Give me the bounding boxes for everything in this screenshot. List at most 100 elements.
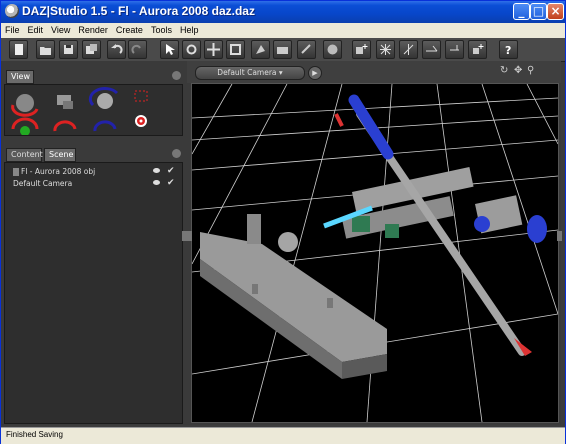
spotlight-icon (380, 44, 391, 55)
view-tools-panel (4, 84, 183, 136)
help-button[interactable]: ? (499, 40, 518, 59)
scene-item[interactable]: Fl - Aurora 2008 obj (13, 166, 95, 178)
distant-light-button[interactable] (422, 40, 441, 59)
visibility-eye-icon[interactable] (153, 180, 160, 185)
orbit-icon (11, 94, 39, 117)
3d-viewport[interactable] (191, 83, 559, 423)
redo-button[interactable] (128, 40, 147, 59)
spotlight-button[interactable] (376, 40, 395, 59)
viewport-toolbar: Default Camera ▾ ▶ ↻ ✥ ⚲ (187, 61, 561, 83)
bank-icon (93, 120, 117, 132)
rotate-tool-button[interactable] (182, 40, 201, 59)
frame-icon (134, 90, 148, 102)
sphere-button[interactable] (323, 40, 342, 59)
help-icon: ? (505, 44, 511, 56)
undo-icon (111, 44, 123, 54)
menu-create[interactable]: Create (112, 23, 147, 38)
scene-render (191, 83, 559, 423)
pointlight-button[interactable] (399, 40, 418, 59)
tab-scene[interactable]: Scene (44, 148, 76, 162)
menu-edit[interactable]: Edit (24, 23, 48, 38)
merge-button[interactable] (82, 40, 101, 59)
menu-bar: File Edit View Render Create Tools Help (1, 23, 565, 38)
new-button[interactable] (9, 40, 28, 59)
add-light-button[interactable] (352, 40, 371, 59)
translate-icon (207, 43, 220, 56)
scene-item-label: Default Camera (13, 179, 73, 188)
merge-icon (86, 44, 97, 54)
scale-icon (230, 44, 241, 55)
panel-scroll-arrow[interactable] (172, 71, 181, 80)
chevron-down-icon: ▾ (278, 68, 283, 77)
machine-base (200, 214, 387, 379)
figure-icon (13, 168, 19, 176)
viewport-right-grip[interactable] (557, 231, 562, 241)
scale-tool-button[interactable] (226, 40, 245, 59)
light-star-button[interactable] (468, 40, 487, 59)
new-icon (15, 44, 23, 55)
app-window: DAZ|Studio 1.5 - Fl - Aurora 2008 daz.da… (0, 0, 566, 444)
light-plus-button[interactable] (445, 40, 464, 59)
translate-tool-button[interactable] (204, 40, 223, 59)
pan-view-icon[interactable]: ✥ (514, 65, 522, 76)
pose-tool-button[interactable] (251, 40, 270, 59)
light-star-icon (473, 44, 484, 54)
orbit-view-icon[interactable]: ↻ (500, 65, 508, 76)
select-tool-button[interactable] (160, 40, 179, 59)
dolly-icon (88, 87, 119, 109)
scene-tool-button[interactable] (297, 40, 316, 59)
camera-select-value: Default Camera (217, 68, 277, 77)
viewport-menu-button[interactable]: ▶ (308, 66, 322, 80)
svg-text:?: ? (505, 44, 511, 56)
roll-icon (11, 117, 39, 136)
menu-tools[interactable]: Tools (147, 23, 176, 38)
open-icon (40, 47, 51, 55)
tab-view[interactable]: View (6, 70, 34, 84)
left-panel: View Content Scene Fl - Aurora 2008 obj … (1, 61, 187, 425)
sphere-icon (327, 44, 338, 55)
scene-panel: Fl - Aurora 2008 obj Default Camera ✔ ✔ (4, 162, 183, 424)
pointer-icon (301, 44, 311, 54)
selectable-check-icon[interactable]: ✔ (167, 166, 175, 176)
visibility-eye-icon[interactable] (153, 168, 160, 173)
scene-item[interactable]: Default Camera (13, 178, 72, 190)
redo-icon (131, 44, 141, 54)
light-plus-icon (450, 45, 459, 51)
camera-select[interactable]: Default Camera ▾ (195, 66, 305, 80)
window-title: DAZ|Studio 1.5 - Fl - Aurora 2008 daz.da… (22, 4, 255, 18)
pan-icon (57, 95, 73, 109)
minimize-button[interactable]: _ (513, 3, 530, 20)
pointlight-icon (403, 44, 414, 55)
zoom-view-icon[interactable]: ⚲ (527, 65, 534, 76)
viewport-area: Default Camera ▾ ▶ ↻ ✥ ⚲ (187, 61, 562, 425)
open-button[interactable] (36, 40, 55, 59)
camera-icon (277, 47, 288, 54)
menu-render[interactable]: Render (74, 23, 112, 38)
menu-file[interactable]: File (1, 23, 24, 38)
camera-tool-button[interactable] (273, 40, 292, 59)
menu-help[interactable]: Help (176, 23, 203, 38)
title-bar: DAZ|Studio 1.5 - Fl - Aurora 2008 daz.da… (1, 1, 565, 23)
light-add-icon (356, 44, 368, 54)
target-icon (135, 115, 147, 127)
zoom-icon (53, 120, 77, 132)
view-tool-icons (11, 87, 148, 136)
save-button[interactable] (59, 40, 78, 59)
undo-button[interactable] (107, 40, 126, 59)
save-icon (64, 45, 73, 54)
distant-light-icon (426, 45, 438, 52)
status-bar: Finished Saving (1, 427, 565, 444)
close-button[interactable]: × (547, 3, 564, 20)
maximize-button[interactable]: □ (530, 3, 547, 20)
pose-icon (256, 45, 265, 54)
panel-scroll-arrow-2[interactable] (172, 149, 181, 158)
tab-content[interactable]: Content (6, 148, 43, 162)
status-text: Finished Saving (6, 430, 63, 439)
daz-app-icon (5, 4, 19, 18)
scene-item-label: Fl - Aurora 2008 obj (21, 167, 96, 176)
viewport-left-grip[interactable] (187, 231, 192, 241)
menu-view[interactable]: View (47, 23, 74, 38)
select-icon (166, 44, 175, 55)
selectable-check-icon[interactable]: ✔ (167, 178, 175, 188)
rotate-icon (186, 44, 197, 55)
